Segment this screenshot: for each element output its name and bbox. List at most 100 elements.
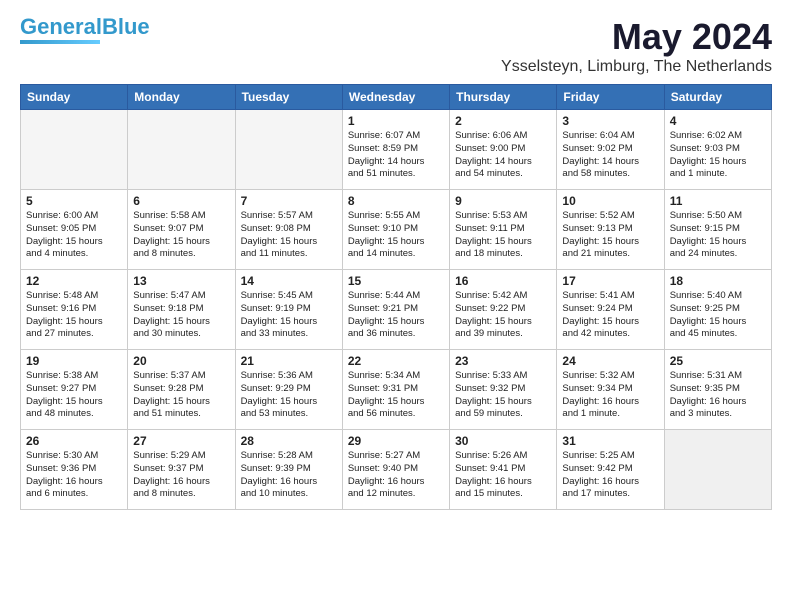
cell-info: Sunrise: 5:40 AMSunset: 9:25 PMDaylight:… (670, 290, 766, 341)
calendar-cell: 15Sunrise: 5:44 AMSunset: 9:21 PMDayligh… (342, 270, 449, 350)
day-number: 28 (241, 434, 337, 448)
calendar-cell: 7 Sunrise: 5:57 AMSunset: 9:08 PMDaylight… (235, 190, 342, 270)
day-number: 13 (133, 274, 229, 288)
page: GeneralBlue May 2024 Ysselsteyn, Limburg… (0, 0, 792, 520)
cell-info: Sunrise: 6:07 AMSunset: 8:59 PMDaylight:… (348, 130, 444, 181)
cell-info: Sunrise: 6:04 AMSunset: 9:02 PMDaylight:… (562, 130, 658, 181)
calendar-cell: 18 Sunrise: 5:40 AMSunset: 9:25 PMDayligh… (664, 270, 771, 350)
calendar-cell: 29 Sunrise: 5:27 AMSunset: 9:40 PMDayligh… (342, 430, 449, 510)
logo-text: GeneralBlue (20, 16, 150, 38)
day-number: 17 (562, 274, 658, 288)
day-number: 27 (133, 434, 229, 448)
calendar-cell: 24 Sunrise: 5:32 AMSunset: 9:34 PMDayligh… (557, 350, 664, 430)
cell-info: Sunrise: 5:48 AMSunset: 9:16 PMDaylight:… (26, 290, 122, 341)
day-number: 18 (670, 274, 766, 288)
calendar-cell: 1 Sunrise: 6:07 AMSunset: 8:59 PMDaylight… (342, 110, 449, 190)
day-number: 15 (348, 274, 444, 288)
cell-info: Sunrise: 5:41 AMSunset: 9:24 PMDaylight:… (562, 290, 658, 341)
day-number: 7 (241, 194, 337, 208)
cell-info: Sunrise: 5:28 AMSunset: 9:39 PMDaylight:… (241, 450, 337, 501)
day-number: 1 (348, 114, 444, 128)
day-number: 26 (26, 434, 122, 448)
cell-info: Sunrise: 5:45 AMSunset: 9:19 PMDaylight:… (241, 290, 337, 341)
day-number: 8 (348, 194, 444, 208)
cell-info: Sunrise: 5:34 AMSunset: 9:31 PMDaylight:… (348, 370, 444, 421)
cell-info: Sunrise: 5:25 AMSunset: 9:42 PMDaylight:… (562, 450, 658, 501)
day-number: 6 (133, 194, 229, 208)
cell-info: Sunrise: 6:02 AMSunset: 9:03 PMDaylight:… (670, 130, 766, 181)
header-monday: Monday (128, 85, 235, 110)
calendar-week-row: 12 Sunrise: 5:48 AMSunset: 9:16 PMDayligh… (21, 270, 772, 350)
day-number: 24 (562, 354, 658, 368)
day-number: 2 (455, 114, 551, 128)
calendar-cell: 19Sunrise: 5:38 AMSunset: 9:27 PMDayligh… (21, 350, 128, 430)
calendar-cell: 21 Sunrise: 5:36 AMSunset: 9:29 PMDayligh… (235, 350, 342, 430)
cell-info: Sunrise: 5:55 AMSunset: 9:10 PMDaylight:… (348, 210, 444, 261)
calendar-week-row: 26Sunrise: 5:30 AMSunset: 9:36 PMDayligh… (21, 430, 772, 510)
day-number: 5 (26, 194, 122, 208)
day-number: 16 (455, 274, 551, 288)
day-number: 29 (348, 434, 444, 448)
cell-info: Sunrise: 5:52 AMSunset: 9:13 PMDaylight:… (562, 210, 658, 261)
cell-info: Sunrise: 5:33 AMSunset: 9:32 PMDaylight:… (455, 370, 551, 421)
calendar-cell: 16Sunrise: 5:42 AMSunset: 9:22 PMDayligh… (450, 270, 557, 350)
day-number: 4 (670, 114, 766, 128)
cell-info: Sunrise: 5:26 AMSunset: 9:41 PMDaylight:… (455, 450, 551, 501)
calendar-cell: 17 Sunrise: 5:41 AMSunset: 9:24 PMDayligh… (557, 270, 664, 350)
day-number: 23 (455, 354, 551, 368)
calendar-cell (128, 110, 235, 190)
day-number: 20 (133, 354, 229, 368)
calendar-cell: 3Sunrise: 6:04 AMSunset: 9:02 PMDaylight… (557, 110, 664, 190)
calendar-cell: 30 Sunrise: 5:26 AMSunset: 9:41 PMDayligh… (450, 430, 557, 510)
logo-part2: Blue (102, 14, 150, 39)
day-number: 21 (241, 354, 337, 368)
cell-info: Sunrise: 5:57 AMSunset: 9:08 PMDaylight:… (241, 210, 337, 261)
month-year: May 2024 (501, 16, 772, 58)
day-number: 30 (455, 434, 551, 448)
calendar-cell: 4 Sunrise: 6:02 AMSunset: 9:03 PMDaylight… (664, 110, 771, 190)
calendar-cell: 28 Sunrise: 5:28 AMSunset: 9:39 PMDayligh… (235, 430, 342, 510)
calendar-table: Sunday Monday Tuesday Wednesday Thursday… (20, 84, 772, 510)
day-number: 22 (348, 354, 444, 368)
calendar-cell: 13 Sunrise: 5:47 AMSunset: 9:18 PMDayligh… (128, 270, 235, 350)
day-number: 19 (26, 354, 122, 368)
calendar-week-row: 5 Sunrise: 6:00 AMSunset: 9:05 PMDaylight… (21, 190, 772, 270)
day-number: 11 (670, 194, 766, 208)
header-saturday: Saturday (664, 85, 771, 110)
location: Ysselsteyn, Limburg, The Netherlands (501, 58, 772, 76)
cell-info: Sunrise: 6:00 AMSunset: 9:05 PMDaylight:… (26, 210, 122, 261)
day-number: 12 (26, 274, 122, 288)
calendar-cell: 23 Sunrise: 5:33 AMSunset: 9:32 PMDayligh… (450, 350, 557, 430)
header: GeneralBlue May 2024 Ysselsteyn, Limburg… (20, 16, 772, 76)
calendar-cell: 9 Sunrise: 5:53 AMSunset: 9:11 PMDaylight… (450, 190, 557, 270)
calendar-cell: 20Sunrise: 5:37 AMSunset: 9:28 PMDayligh… (128, 350, 235, 430)
day-number: 31 (562, 434, 658, 448)
cell-info: Sunrise: 5:27 AMSunset: 9:40 PMDaylight:… (348, 450, 444, 501)
cell-info: Sunrise: 5:47 AMSunset: 9:18 PMDaylight:… (133, 290, 229, 341)
calendar-cell: 25Sunrise: 5:31 AMSunset: 9:35 PMDayligh… (664, 350, 771, 430)
calendar-cell: 12 Sunrise: 5:48 AMSunset: 9:16 PMDayligh… (21, 270, 128, 350)
calendar-cell: 11Sunrise: 5:50 AMSunset: 9:15 PMDayligh… (664, 190, 771, 270)
header-sunday: Sunday (21, 85, 128, 110)
cell-info: Sunrise: 6:06 AMSunset: 9:00 PMDaylight:… (455, 130, 551, 181)
calendar-cell: 27 Sunrise: 5:29 AMSunset: 9:37 PMDayligh… (128, 430, 235, 510)
cell-info: Sunrise: 5:32 AMSunset: 9:34 PMDaylight:… (562, 370, 658, 421)
logo-line (20, 40, 100, 44)
calendar-cell: 10 Sunrise: 5:52 AMSunset: 9:13 PMDayligh… (557, 190, 664, 270)
day-number: 9 (455, 194, 551, 208)
cell-info: Sunrise: 5:36 AMSunset: 9:29 PMDaylight:… (241, 370, 337, 421)
cell-info: Sunrise: 5:53 AMSunset: 9:11 PMDaylight:… (455, 210, 551, 261)
day-number: 10 (562, 194, 658, 208)
cell-info: Sunrise: 5:29 AMSunset: 9:37 PMDaylight:… (133, 450, 229, 501)
calendar-cell: 8 Sunrise: 5:55 AMSunset: 9:10 PMDaylight… (342, 190, 449, 270)
logo: GeneralBlue (20, 16, 150, 44)
title-block: May 2024 Ysselsteyn, Limburg, The Nether… (501, 16, 772, 76)
calendar-week-row: 1 Sunrise: 6:07 AMSunset: 8:59 PMDaylight… (21, 110, 772, 190)
calendar-cell (664, 430, 771, 510)
header-thursday: Thursday (450, 85, 557, 110)
logo-part1: General (20, 14, 102, 39)
cell-info: Sunrise: 5:58 AMSunset: 9:07 PMDaylight:… (133, 210, 229, 261)
calendar-cell: 14Sunrise: 5:45 AMSunset: 9:19 PMDayligh… (235, 270, 342, 350)
calendar-cell: 5 Sunrise: 6:00 AMSunset: 9:05 PMDaylight… (21, 190, 128, 270)
calendar-cell (235, 110, 342, 190)
